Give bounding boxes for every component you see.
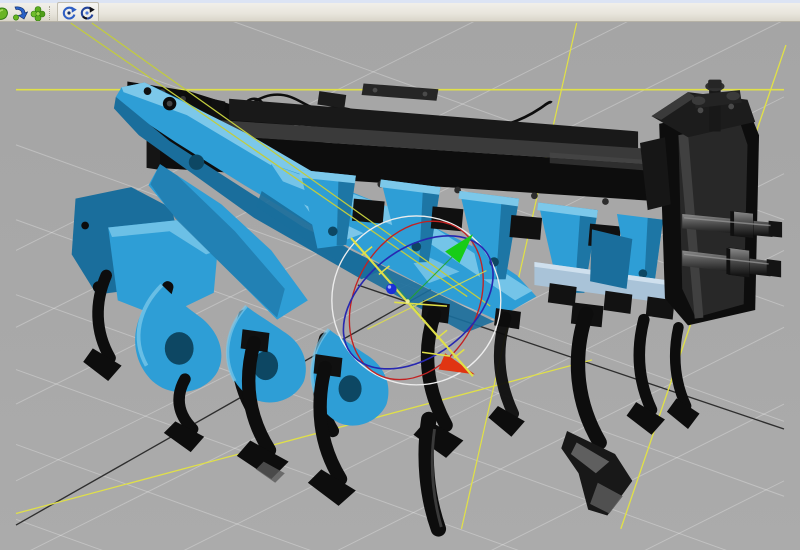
dark-circular-arrows-icon: [79, 5, 95, 21]
app-window: [0, 0, 800, 550]
gizmo-sphere-highlight: [388, 285, 391, 288]
toolbar-button-import[interactable]: [11, 4, 29, 22]
gizmo-center-sphere[interactable]: [386, 284, 397, 295]
toolbar-button-rebuild[interactable]: [78, 4, 96, 22]
green-model-icon: [0, 5, 10, 21]
toolbar-button-render[interactable]: [29, 4, 47, 22]
toolbar-top-strip: [0, 0, 800, 3]
viewport-3d[interactable]: [0, 22, 800, 550]
toolbar: [0, 0, 800, 22]
scene-canvas: [0, 22, 800, 550]
blue-import-arrow-icon: [12, 5, 28, 21]
green-flower-icon: [30, 5, 46, 21]
toolbar-button-green-model[interactable]: [0, 4, 11, 22]
toolbar-button-refresh[interactable]: [60, 4, 78, 22]
blue-circular-arrows-icon: [61, 5, 77, 21]
toolbar-separator: [49, 6, 55, 20]
toolbar-update-group: [57, 2, 99, 23]
gizmo-origin-dot: [406, 299, 410, 303]
